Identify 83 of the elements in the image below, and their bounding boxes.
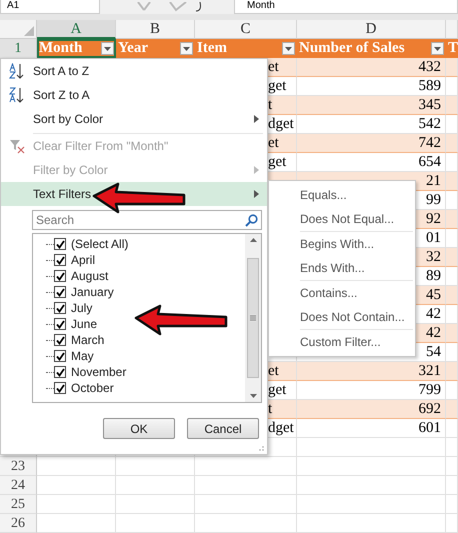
table-cell: 345 — [297, 96, 446, 115]
submenu-arrow-icon — [254, 166, 259, 174]
filter-dropdown-button[interactable] — [101, 42, 114, 55]
dropdown-arrow-icon — [434, 46, 441, 50]
value-label[interactable]: January — [71, 285, 114, 299]
dialog-button[interactable]: OK — [103, 418, 175, 439]
resize-grip-icon[interactable] — [259, 446, 264, 451]
header-label: Month — [39, 40, 82, 57]
table-cell — [446, 362, 458, 381]
name-box[interactable]: A1 — [0, 0, 100, 14]
column-header[interactable]: B — [116, 20, 195, 39]
table-cell — [446, 248, 458, 267]
table-cell: 692 — [297, 400, 446, 419]
submenu-arrow-icon — [254, 115, 259, 123]
table-cell — [446, 324, 458, 343]
table-cell — [446, 514, 458, 533]
checkbox[interactable] — [54, 350, 66, 362]
dialog-button[interactable]: Cancel — [187, 418, 259, 439]
value-label[interactable]: November — [71, 365, 126, 379]
value-label[interactable]: March — [71, 333, 104, 347]
header-label: Number of Sales — [299, 40, 405, 57]
row-number[interactable]: 1 — [0, 39, 37, 58]
value-label[interactable]: August — [71, 269, 108, 283]
column-header[interactable]: D — [297, 20, 446, 39]
scroll-up-icon[interactable] — [250, 238, 256, 242]
filter-dropdown-button[interactable] — [282, 42, 295, 55]
scroll-down-icon[interactable] — [250, 394, 256, 398]
sort-icon — [9, 63, 25, 79]
clear-filter-icon — [9, 138, 25, 154]
filter-dropdown-button[interactable] — [431, 42, 444, 55]
sort-icon — [9, 87, 25, 103]
checkbox[interactable] — [54, 334, 66, 346]
search-icon[interactable] — [245, 214, 258, 227]
row-number[interactable]: 24 — [0, 476, 37, 495]
checkbox[interactable] — [54, 366, 66, 378]
checkbox[interactable] — [54, 382, 66, 394]
table-cell — [446, 476, 458, 495]
formula-field[interactable]: Month — [234, 0, 458, 14]
dropdown-arrow-icon — [285, 46, 292, 50]
header-cell: T — [446, 39, 458, 58]
table-cell — [446, 286, 458, 305]
table-cell — [446, 457, 458, 476]
row-number[interactable]: 25 — [0, 495, 37, 514]
search-field[interactable]: Search — [32, 210, 262, 230]
submenu-arrow-icon — [254, 190, 259, 198]
table-cell — [446, 495, 458, 514]
column-header[interactable]: C — [195, 20, 297, 39]
table-cell — [446, 96, 458, 115]
table-cell — [446, 400, 458, 419]
table-cell — [446, 134, 458, 153]
row-number[interactable]: 26 — [0, 514, 37, 533]
filter-dropdown-button[interactable] — [180, 42, 193, 55]
table-cell — [446, 438, 458, 457]
table-cell: 321 — [297, 362, 446, 381]
column-header[interactable]: A — [37, 20, 116, 39]
table-cell: 432 — [297, 58, 446, 77]
row-number[interactable]: 23 — [0, 457, 37, 476]
dropdown-arrow-icon — [104, 46, 111, 50]
table-cell — [446, 210, 458, 229]
checkbox[interactable] — [54, 302, 66, 314]
checkbox[interactable] — [54, 254, 66, 266]
table-cell: 742 — [297, 134, 446, 153]
value-label[interactable]: (Select All) — [71, 237, 128, 251]
table-cell — [446, 58, 458, 77]
checkbox[interactable] — [54, 318, 66, 330]
table-cell — [446, 172, 458, 191]
header-label: Year — [118, 40, 148, 57]
checkbox[interactable] — [54, 270, 66, 282]
grip-icon — [250, 315, 256, 321]
header-label: Item — [197, 40, 227, 57]
scroll-thumb[interactable] — [247, 258, 259, 378]
value-label[interactable]: April — [71, 253, 96, 267]
value-label[interactable]: October — [71, 381, 114, 395]
checkbox[interactable] — [54, 238, 66, 250]
value-label[interactable]: May — [71, 349, 94, 363]
dropdown-arrow-icon — [183, 46, 190, 50]
checkbox[interactable] — [54, 286, 66, 298]
table-cell — [446, 419, 458, 438]
value-label[interactable]: June — [71, 317, 98, 331]
scrollbar[interactable] — [245, 234, 261, 402]
value-label[interactable]: July — [71, 301, 92, 315]
table-cell: 601 — [297, 419, 446, 438]
corner-triangle-icon — [24, 26, 34, 36]
